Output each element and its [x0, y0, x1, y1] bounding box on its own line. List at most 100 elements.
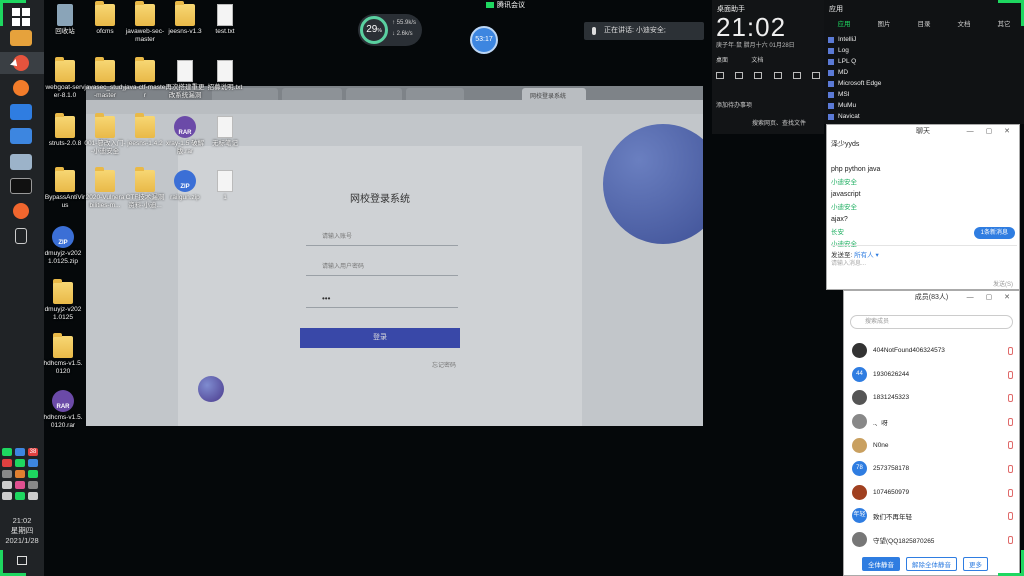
- member-row[interactable]: 44 1930626244: [852, 363, 1017, 387]
- apps-tab-dirs[interactable]: 目录: [918, 18, 931, 28]
- meeting-top-bar[interactable]: 腾讯会议: [486, 0, 525, 10]
- tray-volume-icon[interactable]: [28, 492, 38, 500]
- image-icon[interactable]: [792, 72, 801, 79]
- desktop-icon[interactable]: 无标笔记: [204, 116, 246, 148]
- tray-network-icon[interactable]: [2, 492, 12, 500]
- tray-icon-pink[interactable]: [15, 481, 25, 489]
- desktop-icon[interactable]: 001-篡改入门--小迪安全: [84, 113, 126, 156]
- send-button[interactable]: 发送(S): [993, 279, 1013, 288]
- member-row[interactable]: 年轻 致们不再年轻: [852, 504, 1017, 528]
- add-todo[interactable]: 添加待办事项: [716, 100, 752, 109]
- tray-count-badge[interactable]: 38: [28, 448, 38, 456]
- app-list-item[interactable]: Navicat: [828, 111, 881, 122]
- desktop-icon[interactable]: java-ctf-master: [124, 57, 166, 100]
- app-list-item[interactable]: LPL Q: [828, 56, 881, 67]
- desktop-icon[interactable]: RAR hdhcms-v1.5.0120.rar: [42, 390, 84, 430]
- mic-muted-icon[interactable]: [1008, 394, 1013, 403]
- members-window-controls[interactable]: — ▢ ✕: [967, 291, 1015, 305]
- desktop-icon[interactable]: javaweb-sec-master: [124, 1, 166, 44]
- member-row[interactable]: 守望(QQ1825870265: [852, 528, 1017, 552]
- app-icon-blue[interactable]: [10, 104, 32, 120]
- mic-muted-icon[interactable]: [1008, 370, 1013, 379]
- tray-icon-arrow[interactable]: [28, 470, 38, 478]
- mic-muted-icon[interactable]: [1008, 464, 1013, 473]
- mic-muted-icon[interactable]: [1008, 347, 1013, 355]
- notes-icon[interactable]: [10, 154, 32, 170]
- new-message-badge[interactable]: 1条新消息: [973, 227, 1015, 239]
- meeting-timer[interactable]: 53:17: [470, 26, 498, 54]
- apps-tab-apps[interactable]: 应用: [838, 18, 851, 28]
- documents-link[interactable]: 文档: [751, 58, 763, 64]
- mic-muted-icon[interactable]: [1008, 441, 1013, 450]
- member-row[interactable]: 1074650979: [852, 481, 1017, 505]
- tray-icon-light[interactable]: [2, 481, 12, 489]
- tray-icon-gray[interactable]: [2, 470, 12, 478]
- mute-all-button[interactable]: 全体静音: [862, 557, 900, 571]
- desktop-icon[interactable]: test.txt: [204, 4, 246, 36]
- tray-icon-green[interactable]: [15, 459, 25, 467]
- mic-muted-icon[interactable]: [1008, 417, 1013, 426]
- burp-icon[interactable]: [13, 80, 29, 96]
- browser-address-bar[interactable]: [86, 100, 703, 114]
- clipboard-icon[interactable]: [773, 72, 782, 79]
- mic-muted-icon[interactable]: [1008, 512, 1013, 521]
- app-list-item[interactable]: IntelliJ: [828, 34, 881, 45]
- desktop-icon[interactable]: jeesns-1.4.2: [124, 113, 166, 148]
- app-list-item[interactable]: MSI: [828, 89, 881, 100]
- desktop-link[interactable]: 桌面: [716, 58, 728, 64]
- forgot-password-link[interactable]: 忘记密码: [432, 360, 456, 369]
- cpu-widget[interactable]: 29% ↑ 55.9k/s ↓ 2.6k/s: [358, 14, 422, 46]
- plus-icon[interactable]: [811, 72, 820, 79]
- apps-tab-images[interactable]: 图片: [878, 18, 891, 28]
- captcha-input[interactable]: •••: [306, 290, 458, 308]
- desktop-icon[interactable]: webgoat-server-8.1.0: [44, 57, 86, 100]
- desktop-icon[interactable]: 2020-Vulnerabilities-m...: [84, 167, 126, 210]
- tray-icon-green2[interactable]: [15, 492, 25, 500]
- member-row[interactable]: N0ne: [852, 433, 1017, 457]
- firefox-icon[interactable]: [13, 203, 29, 219]
- password-input[interactable]: 请输入用户密码: [306, 258, 458, 276]
- unmute-all-button[interactable]: 解除全体静音: [906, 557, 957, 571]
- member-search-input[interactable]: 搜索成员: [850, 315, 1013, 329]
- desktop-icon[interactable]: 1: [204, 170, 246, 202]
- tray-qq-icon[interactable]: [15, 448, 25, 456]
- desktop-icon[interactable]: BypassAntiVirus: [44, 167, 86, 210]
- desktop-icon[interactable]: 再次搭建重更改系统漏洞: [164, 60, 206, 100]
- member-row[interactable]: 1831245323: [852, 386, 1017, 410]
- crop-icon[interactable]: [716, 72, 724, 79]
- browser-tab-3[interactable]: [346, 88, 402, 100]
- mic-muted-icon[interactable]: [1008, 535, 1013, 544]
- member-row[interactable]: 78 2573758178: [852, 457, 1017, 481]
- browser-tab-4[interactable]: [406, 88, 464, 100]
- desktop-icon[interactable]: 回收站: [44, 4, 86, 36]
- assistant-search[interactable]: 搜索网页、查找文件: [752, 118, 806, 127]
- tray-icon-orange[interactable]: [15, 470, 25, 478]
- desktop-icon[interactable]: dmuyjz-v2021.0125: [42, 279, 84, 322]
- desktop-icon[interactable]: jeesns-v1.3: [164, 1, 206, 36]
- taskbar-clock[interactable]: 21:02 星期四 2021/1/28: [0, 516, 44, 546]
- chat-window-controls[interactable]: — ▢ ✕: [967, 125, 1015, 139]
- meeting-icon[interactable]: [10, 128, 32, 144]
- desktop-icon[interactable]: RAR xray-1.5 破解版.rar: [164, 116, 206, 156]
- tray-icon-red[interactable]: [2, 459, 12, 467]
- desktop-icon[interactable]: ZIP railgun.zip: [164, 170, 206, 202]
- browser-tab-active[interactable]: 网校登录系统: [522, 88, 586, 100]
- browser-tab-2[interactable]: [282, 88, 342, 100]
- task-view-icon[interactable]: [15, 228, 27, 244]
- tray-icon-gray2[interactable]: [28, 481, 38, 489]
- app-list-item[interactable]: Microsoft Edge: [828, 78, 881, 89]
- mic-muted-icon[interactable]: [1008, 488, 1013, 497]
- desktop-icon[interactable]: CTF技术漏洞资料-小迪...: [124, 167, 166, 210]
- app-list-item[interactable]: MuMu: [828, 100, 881, 111]
- apps-tab-docs[interactable]: 文档: [958, 18, 971, 28]
- tray-icon-blue[interactable]: [28, 459, 38, 467]
- check-icon[interactable]: [754, 72, 763, 79]
- desktop-icon[interactable]: ZIP dmuyjz-v2021.0125.zip: [42, 226, 84, 266]
- member-row[interactable]: .、呀: [852, 410, 1017, 434]
- desktop-icon[interactable]: ofcms: [84, 1, 126, 36]
- desktop-icon[interactable]: hdhcms-v1.5.0120: [42, 333, 84, 376]
- desktop-icon[interactable]: javasec_study-master: [84, 57, 126, 100]
- tray-wechat-icon[interactable]: [2, 448, 12, 456]
- app-list-item[interactable]: MD: [828, 67, 881, 78]
- terminal-icon[interactable]: [10, 178, 32, 194]
